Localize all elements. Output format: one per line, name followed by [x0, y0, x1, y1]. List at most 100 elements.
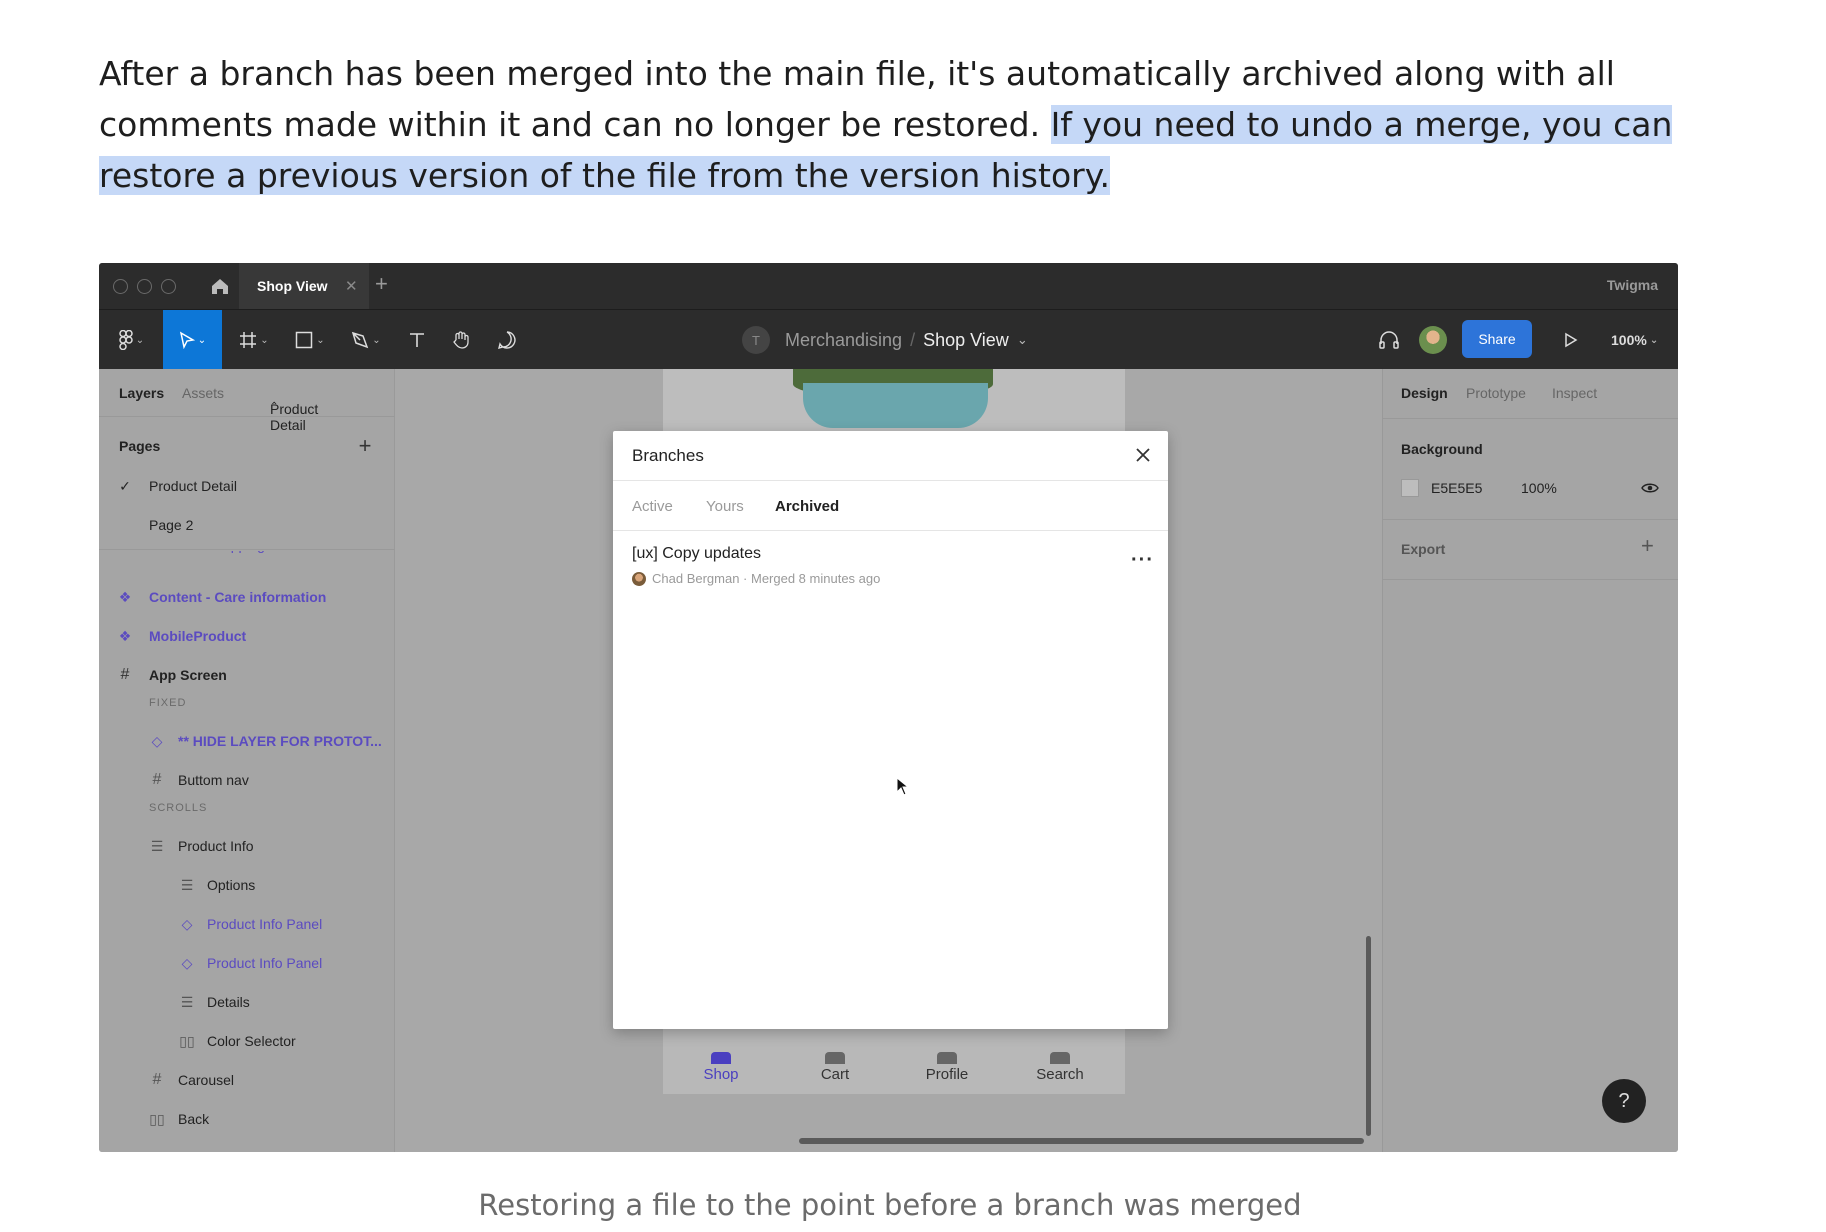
bg-color-swatch[interactable]: [1401, 479, 1419, 497]
frame-icon: #: [152, 771, 162, 788]
add-page-icon[interactable]: +: [357, 433, 373, 459]
figma-logo-icon: [119, 330, 133, 350]
play-icon: [1565, 332, 1578, 348]
page-item[interactable]: Page 2: [99, 506, 395, 544]
frame-icon: #: [152, 1071, 162, 1088]
zoom-menu[interactable]: 100% ⌄: [1611, 310, 1658, 370]
chevron-down-icon: ⌄: [372, 334, 381, 346]
layer-item[interactable]: ◇ Product Info Panel: [99, 905, 395, 943]
breadcrumb: T Merchandising / Shop View ⌄: [742, 310, 1028, 370]
window-zoom-dot[interactable]: [161, 279, 176, 294]
vertical-scrollbar[interactable]: [1366, 936, 1371, 1136]
file-name[interactable]: Shop View: [923, 330, 1009, 351]
background-heading: Background: [1401, 441, 1483, 457]
pen-tool-button[interactable]: ⌄: [341, 310, 391, 370]
layer-item[interactable]: # Carousel: [99, 1061, 395, 1099]
more-options-icon[interactable]: ···: [1131, 549, 1154, 572]
layer-item[interactable]: # App Screen: [99, 656, 395, 694]
chevron-down-icon: ⌄: [197, 334, 207, 346]
tab-active[interactable]: Active: [632, 498, 673, 515]
chevron-down-icon: ⌄: [316, 334, 325, 346]
tab-inspect[interactable]: Inspect: [1552, 385, 1597, 401]
horizontal-scrollbar[interactable]: [799, 1138, 1364, 1144]
left-panel-tabs: Layers Assets Product Detail ⌃: [99, 369, 395, 433]
figure-caption: Restoring a file to the point before a b…: [478, 1188, 1302, 1222]
bg-hex-input[interactable]: E5E5E5: [1431, 480, 1482, 496]
columns-icon: ▯▯: [179, 1032, 195, 1049]
pot-image: [803, 383, 988, 428]
team-avatar: T: [742, 326, 770, 354]
share-button[interactable]: Share: [1462, 320, 1532, 358]
tab-yours[interactable]: Yours: [706, 498, 744, 515]
profile-icon: [937, 1052, 957, 1064]
window-titlebar: Shop View ✕ + Twigma: [99, 263, 1678, 309]
shape-tool-button[interactable]: ⌄: [285, 310, 335, 370]
branches-dialog: Branches Active Yours Archived [ux] Copy…: [613, 431, 1168, 1029]
home-icon[interactable]: [209, 275, 231, 297]
dialog-tabs: Active Yours Archived: [613, 481, 1168, 531]
export-heading: Export: [1401, 541, 1446, 557]
main-menu-button[interactable]: ⌄: [109, 310, 154, 370]
layer-item[interactable]: ❖ Content - Care information: [99, 578, 395, 616]
nav-search: Search: [1010, 1052, 1110, 1083]
add-export-icon[interactable]: +: [1641, 533, 1654, 559]
new-tab-icon[interactable]: +: [375, 271, 388, 297]
window-close-dot[interactable]: [113, 279, 128, 294]
pointer-icon: [179, 331, 195, 349]
tab-archived[interactable]: Archived: [775, 498, 839, 515]
hand-icon: [453, 331, 469, 349]
layer-item[interactable]: ▯▯ Back: [99, 1100, 395, 1138]
chevron-down-icon: ⌄: [260, 334, 269, 346]
chevron-up-icon: ⌃: [270, 401, 279, 412]
check-icon: ✓: [119, 477, 131, 494]
present-button[interactable]: [1551, 310, 1591, 370]
close-tab-icon[interactable]: ✕: [345, 277, 358, 295]
headphones-icon: [1379, 331, 1399, 349]
app-screenshot: Shop View ✕ + Twigma ⌄ ⌄ ⌄ ⌄ ⌄ T Merchan…: [99, 263, 1678, 1152]
section-label: SCROLLS: [149, 802, 208, 814]
layer-item[interactable]: # Buttom nav: [99, 761, 395, 799]
right-panel-tabs: Design Prototype Inspect: [1383, 369, 1678, 419]
pen-icon: [352, 331, 369, 349]
comment-tool-button[interactable]: [487, 310, 527, 370]
chevron-down-icon[interactable]: ⌄: [1017, 332, 1028, 348]
brand-label: Twigma: [1606, 277, 1658, 293]
close-icon[interactable]: [1133, 445, 1153, 465]
mouse-cursor-icon: [896, 777, 910, 796]
window-minimize-dot[interactable]: [137, 279, 152, 294]
layer-item[interactable]: ☰ Product Info: [99, 827, 395, 865]
hand-tool-button[interactable]: [441, 310, 481, 370]
layer-item[interactable]: ☰ Details: [99, 983, 395, 1021]
instance-icon: ◇: [181, 915, 193, 932]
layer-item[interactable]: ◇ ** HIDE LAYER FOR PROTOT...: [99, 722, 395, 760]
move-tool-button[interactable]: ⌄: [163, 310, 222, 370]
layer-item[interactable]: ▯▯ Color Selector: [99, 1022, 395, 1060]
tab-layers[interactable]: Layers: [119, 385, 164, 401]
toolbar: ⌄ ⌄ ⌄ ⌄ ⌄ T Merchandising / Shop View ⌄: [99, 309, 1678, 370]
frame-tool-button[interactable]: ⌄: [229, 310, 279, 370]
autolayout-icon: ☰: [180, 876, 194, 893]
project-link[interactable]: Merchandising: [785, 330, 902, 351]
eye-icon[interactable]: [1641, 482, 1659, 494]
bg-opacity-input[interactable]: 100%: [1521, 480, 1557, 496]
pages-header: Pages +: [119, 433, 373, 459]
instance-icon: ◇: [181, 954, 193, 971]
columns-icon: ▯▯: [149, 1110, 165, 1127]
tab-assets[interactable]: Assets: [182, 385, 224, 401]
chevron-down-icon: ⌄: [135, 334, 145, 346]
page-item[interactable]: ✓ Product Detail: [99, 467, 395, 505]
layer-item[interactable]: ❖ MobileProduct: [99, 617, 395, 655]
nav-profile: Profile: [897, 1052, 997, 1083]
autolayout-icon: ☰: [180, 993, 194, 1010]
layer-item[interactable]: ☰ Options: [99, 866, 395, 904]
tab-design[interactable]: Design: [1401, 385, 1448, 401]
layer-item[interactable]: ◇ Product Info Panel: [99, 944, 395, 982]
help-button[interactable]: ?: [1602, 1079, 1646, 1123]
user-avatar[interactable]: [1419, 326, 1447, 354]
component-icon: ❖: [118, 627, 132, 644]
tab-prototype[interactable]: Prototype: [1466, 385, 1526, 401]
text-tool-button[interactable]: [397, 310, 437, 370]
branch-name[interactable]: [ux] Copy updates: [632, 545, 761, 563]
audio-button[interactable]: [1369, 310, 1409, 370]
frame-icon: [240, 332, 257, 348]
